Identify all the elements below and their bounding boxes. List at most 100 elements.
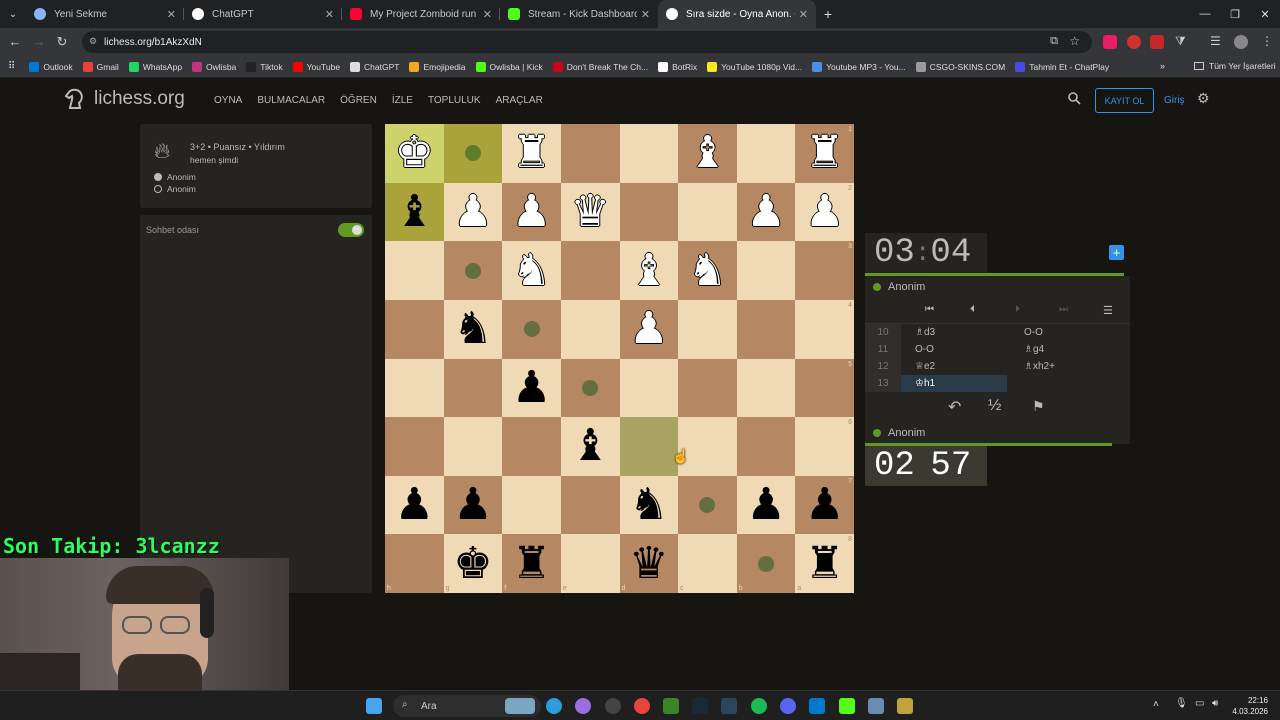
white-move[interactable]: ♔h1 — [901, 375, 1007, 392]
prev-move-icon[interactable]: ⏴ — [970, 304, 975, 315]
board-square[interactable] — [736, 417, 796, 476]
extension-icon[interactable] — [1103, 35, 1117, 49]
lichess-logo[interactable]: lichess.org — [62, 86, 185, 112]
bookmark-item[interactable]: Gmail — [82, 61, 119, 72]
black-rook-piece[interactable]: ♜ — [512, 541, 551, 586]
black-player-name[interactable]: Anonim — [167, 184, 196, 194]
opponent-name[interactable]: Anonim — [888, 281, 925, 293]
first-move-icon[interactable]: ⏮ — [925, 304, 934, 315]
white-pawn-piece[interactable]: ♟ — [746, 189, 785, 234]
white-move[interactable]: ♕e2 — [901, 358, 1007, 375]
gear-icon[interactable]: ⚙ — [1197, 90, 1210, 107]
black-knight-piece[interactable]: ♞ — [453, 307, 492, 351]
black-king-piece[interactable]: ♚ — [453, 541, 492, 586]
board-square[interactable]: ♟ — [502, 358, 561, 418]
board-square[interactable]: ♝ — [385, 182, 444, 242]
bookmark-item[interactable]: Owlisba — [192, 61, 236, 72]
board-square[interactable] — [502, 475, 561, 535]
menu-icon[interactable]: ☰ — [1103, 304, 1113, 317]
black-knight-piece[interactable]: ♞ — [629, 483, 668, 527]
move-hint-dot[interactable] — [464, 262, 481, 279]
board-square[interactable] — [619, 124, 679, 183]
windows-start-icon[interactable] — [366, 698, 382, 714]
offer-draw-button[interactable]: ½ — [988, 397, 1001, 415]
board-square[interactable] — [385, 241, 444, 300]
site-info-icon[interactable]: ⚙ — [89, 36, 97, 47]
extension-new-icon[interactable] — [1150, 35, 1164, 49]
spotify-icon[interactable] — [751, 698, 767, 714]
board-square[interactable] — [443, 358, 503, 418]
nav-play[interactable]: OYNA — [214, 95, 242, 106]
bookmark-item[interactable]: Tiktok — [246, 61, 283, 72]
bookmark-item[interactable]: Emojipedia — [409, 61, 466, 72]
white-rook-piece[interactable]: ♜ — [805, 131, 844, 175]
last-move-icon[interactable]: ⏭ — [1059, 304, 1068, 315]
white-bishop-piece[interactable]: ♝ — [629, 248, 668, 293]
board-square[interactable]: ♞ — [502, 241, 561, 300]
board-square[interactable] — [443, 417, 503, 476]
add-time-button[interactable]: + — [1109, 245, 1124, 260]
black-pawn-piece[interactable]: ♟ — [512, 365, 551, 410]
board-square[interactable]: ♝ — [560, 417, 620, 476]
bookmark-item[interactable]: BotRix — [658, 61, 697, 72]
board-square[interactable]: ♝ — [678, 124, 737, 183]
white-knight-piece[interactable]: ♞ — [688, 248, 727, 293]
white-pawn-piece[interactable]: ♟ — [805, 189, 844, 234]
board-square[interactable]: ♜ — [502, 124, 561, 183]
kick-icon[interactable] — [839, 698, 855, 714]
mic-icon[interactable]: 🎙︎ — [1175, 698, 1188, 709]
board-square[interactable]: ♜ 1 — [795, 124, 854, 183]
white-bishop-piece[interactable]: ♝ — [688, 131, 727, 175]
menu-icon[interactable]: ⋮ — [1261, 34, 1273, 48]
board-square[interactable]: e — [560, 534, 620, 593]
board-square[interactable]: h — [385, 534, 444, 593]
close-icon[interactable]: ✕ — [167, 8, 176, 21]
black-queen-piece[interactable]: ♛ — [629, 541, 668, 586]
board-square[interactable] — [560, 124, 620, 183]
white-move[interactable]: ♗d3 — [901, 324, 1007, 341]
board-square[interactable]: ♟ — [502, 182, 561, 242]
board-square[interactable]: ♟ — [443, 475, 503, 535]
board-square[interactable]: ♛ — [560, 182, 620, 242]
move-hint-dot[interactable] — [699, 497, 716, 514]
board-square[interactable]: ♟ — [385, 475, 444, 535]
bookmark-item[interactable]: ChatGPT — [350, 61, 399, 72]
minimize-button[interactable]: — — [1190, 0, 1220, 28]
star-icon[interactable]: ☆ — [1069, 34, 1080, 48]
board-square[interactable] — [678, 182, 737, 242]
bookmark-item[interactable]: Youtube MP3 - You... — [812, 61, 906, 72]
board-square[interactable]: 3 — [795, 241, 854, 300]
bookmark-item[interactable]: WhatsApp — [128, 61, 182, 72]
app-icon[interactable] — [721, 698, 737, 714]
board-square[interactable] — [560, 241, 620, 300]
board-square[interactable] — [619, 358, 679, 418]
tab-search-chevron-icon[interactable]: ⌄ — [0, 9, 26, 20]
board-square[interactable] — [619, 417, 679, 476]
board-square[interactable]: 5 — [795, 358, 854, 418]
move-hint-dot[interactable] — [464, 145, 481, 162]
board-square[interactable]: ♟ — [736, 182, 796, 242]
board-square[interactable] — [502, 417, 561, 476]
white-knight-piece[interactable]: ♞ — [512, 248, 551, 293]
login-link[interactable]: Giriş — [1164, 95, 1185, 106]
bookmark-item[interactable]: Tahmin Et - ChatPlay — [1015, 61, 1109, 72]
black-rook-piece[interactable]: ♜ — [805, 541, 844, 586]
own-name[interactable]: Anonim — [888, 427, 925, 439]
black-move[interactable]: ♗g4 — [1010, 341, 1116, 358]
extension-icon[interactable] — [1127, 35, 1141, 49]
chrome-icon[interactable] — [634, 698, 650, 714]
board-square[interactable] — [385, 358, 444, 418]
forward-icon[interactable]: → — [27, 34, 51, 49]
board-square[interactable] — [736, 299, 796, 359]
close-icon[interactable]: ✕ — [483, 8, 492, 21]
tab-kick[interactable]: Stream - Kick Dashboard ✕ — [500, 0, 658, 28]
bookmark-item[interactable]: Don't Break The Ch... — [552, 61, 648, 72]
copilot-icon[interactable] — [575, 698, 591, 714]
board-square[interactable] — [678, 358, 737, 418]
bookmark-item[interactable]: Owlisba | Kick — [475, 61, 543, 72]
tab-youtube[interactable]: My Project Zomboid run ENDE ✕ — [342, 0, 500, 28]
bookmark-item[interactable]: Outlook — [29, 61, 73, 72]
board-square[interactable] — [560, 475, 620, 535]
board-square[interactable]: ♛ d — [619, 534, 679, 593]
black-pawn-piece[interactable]: ♟ — [453, 483, 492, 527]
